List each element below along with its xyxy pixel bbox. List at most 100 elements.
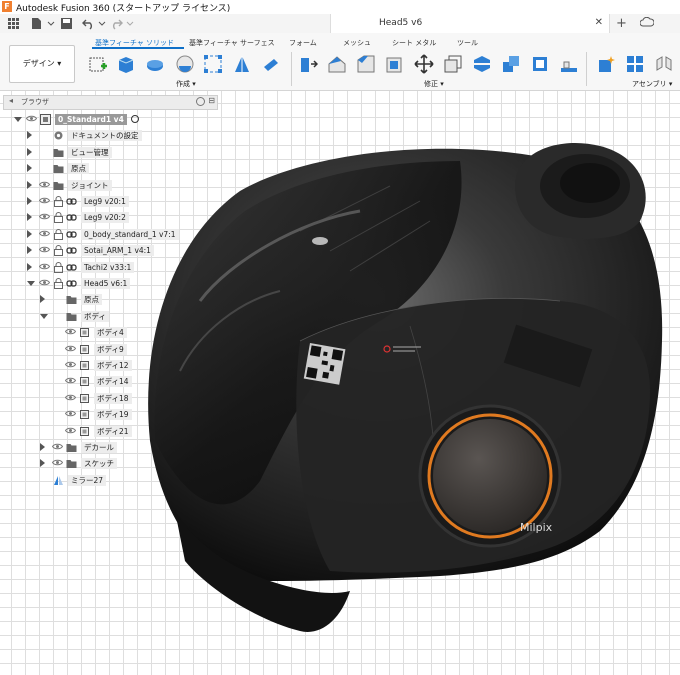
expanded-arrow-icon[interactable] — [27, 281, 35, 286]
visibility-eye-icon[interactable] — [51, 459, 64, 466]
collapsed-arrow-icon[interactable] — [27, 262, 32, 271]
align-icon[interactable] — [443, 54, 463, 74]
visibility-eye-icon[interactable] — [64, 410, 77, 417]
extrude-icon[interactable] — [116, 54, 136, 74]
visibility-eye-icon[interactable] — [38, 279, 51, 286]
browser-item[interactable]: ボディ — [0, 310, 220, 324]
visibility-eye-icon[interactable] — [64, 377, 77, 384]
visibility-eye-icon[interactable] — [64, 345, 77, 352]
visibility-eye-icon[interactable] — [25, 115, 38, 122]
chevron-down-icon[interactable] — [124, 17, 137, 30]
browser-item[interactable]: スケッチ — [0, 457, 220, 471]
press-pull-icon[interactable] — [298, 54, 318, 74]
group-label-create[interactable]: 作成 ▾ — [176, 79, 196, 89]
browser-item[interactable]: ボディ12 — [0, 359, 220, 373]
pattern-icon[interactable] — [203, 54, 223, 74]
collapse-arrow-icon[interactable]: ◂ — [9, 96, 13, 105]
close-icon[interactable]: ✕ — [595, 17, 603, 28]
chevron-down-icon[interactable] — [45, 17, 58, 30]
visibility-eye-icon[interactable] — [38, 197, 51, 204]
cloud-icon[interactable] — [640, 17, 654, 27]
browser-item[interactable]: 0_Standard1 v4 — [0, 113, 220, 127]
browser-item[interactable]: ボディ9 — [0, 343, 220, 357]
activate-component-icon[interactable] — [131, 115, 139, 123]
collapsed-arrow-icon[interactable] — [40, 459, 45, 468]
redo-icon[interactable] — [110, 17, 123, 30]
browser-item[interactable]: ボディ18 — [0, 392, 220, 406]
as-built-joint-icon[interactable] — [654, 54, 674, 74]
undo-icon[interactable] — [82, 17, 95, 30]
combine-icon[interactable] — [501, 54, 521, 74]
collapsed-arrow-icon[interactable] — [27, 131, 32, 140]
collapsed-arrow-icon[interactable] — [27, 180, 32, 189]
revolve-icon[interactable] — [145, 54, 165, 74]
expanded-arrow-icon[interactable] — [40, 313, 48, 319]
browser-item[interactable]: ミラー27 — [0, 474, 220, 488]
split-body-icon[interactable] — [472, 54, 492, 74]
group-label-assemble[interactable]: アセンブリ ▾ — [632, 79, 672, 89]
loft-icon[interactable] — [232, 54, 252, 74]
fillet-icon[interactable] — [327, 54, 347, 74]
tab-tools[interactable]: ツール — [457, 38, 478, 48]
collapsed-arrow-icon[interactable] — [40, 295, 45, 304]
new-component-icon[interactable] — [596, 54, 616, 74]
workspace-switcher-button[interactable]: デザイン ▾ — [9, 45, 75, 83]
browser-item[interactable]: Leg9 v20:1 — [0, 195, 220, 209]
offset-face-icon[interactable] — [530, 54, 550, 74]
joint-icon[interactable] — [625, 54, 645, 74]
cylinder-icon[interactable] — [261, 54, 281, 74]
browser-item[interactable]: ビュー管理 — [0, 146, 220, 160]
shell-icon[interactable] — [385, 54, 405, 74]
browser-item[interactable]: ボディ14 — [0, 375, 220, 389]
expanded-arrow-icon[interactable] — [14, 117, 22, 122]
visibility-eye-icon[interactable] — [38, 230, 51, 237]
scale-icon[interactable] — [559, 54, 579, 74]
browser-panel-header[interactable]: ◂ ブラウザ ⊟ — [3, 95, 218, 110]
browser-item[interactable]: ボディ21 — [0, 425, 220, 439]
collapsed-arrow-icon[interactable] — [27, 229, 32, 238]
collapsed-arrow-icon[interactable] — [27, 213, 32, 222]
visibility-eye-icon[interactable] — [38, 213, 51, 220]
sweep-icon[interactable] — [175, 54, 195, 74]
browser-item[interactable]: 原点 — [0, 162, 220, 176]
save-icon[interactable] — [60, 17, 73, 30]
browser-item[interactable]: ボディ19 — [0, 408, 220, 422]
pin-icon[interactable] — [196, 97, 205, 106]
visibility-eye-icon[interactable] — [38, 181, 51, 188]
visibility-eye-icon[interactable] — [64, 394, 77, 401]
visibility-eye-icon[interactable] — [64, 328, 77, 335]
create-sketch-icon[interactable] — [88, 54, 108, 74]
browser-item[interactable]: Head5 v6:1 — [0, 277, 220, 291]
browser-item[interactable]: ドキュメントの設定 — [0, 129, 220, 143]
browser-item[interactable]: 原点 — [0, 293, 220, 307]
browser-item[interactable]: Leg9 v20:2 — [0, 211, 220, 225]
browser-item[interactable]: 0_body_standard_1 v7:1 — [0, 228, 220, 242]
visibility-eye-icon[interactable] — [64, 427, 77, 434]
move-icon[interactable] — [414, 54, 434, 74]
tab-sheet-metal[interactable]: シート メタル — [392, 38, 436, 48]
collapsed-arrow-icon[interactable] — [27, 147, 32, 156]
chamfer-icon[interactable] — [356, 54, 376, 74]
document-tab[interactable]: Head5 v6 ✕ — [330, 14, 610, 33]
tab-form[interactable]: フォーム — [289, 38, 317, 48]
group-label-modify[interactable]: 修正 ▾ — [424, 79, 444, 89]
grid-menu-icon[interactable] — [7, 17, 20, 30]
visibility-eye-icon[interactable] — [64, 361, 77, 368]
new-tab-icon[interactable]: + — [616, 16, 627, 31]
visibility-eye-icon[interactable] — [38, 246, 51, 253]
collapsed-arrow-icon[interactable] — [40, 443, 45, 451]
visibility-eye-icon[interactable] — [38, 263, 51, 270]
visibility-eye-icon[interactable] — [51, 443, 64, 450]
file-icon[interactable] — [30, 17, 43, 30]
collapsed-arrow-icon[interactable] — [27, 164, 32, 173]
browser-item[interactable]: ボディ4 — [0, 326, 220, 340]
browser-item[interactable]: Tachi2 v33:1 — [0, 261, 220, 275]
browser-item[interactable]: デカール — [0, 441, 220, 455]
collapsed-arrow-icon[interactable] — [27, 246, 32, 255]
tab-surface[interactable]: 基準フィーチャ サーフェス — [189, 38, 275, 48]
collapsed-arrow-icon[interactable] — [27, 197, 32, 205]
browser-item[interactable]: ジョイント — [0, 179, 220, 193]
tab-mesh[interactable]: メッシュ — [343, 38, 371, 48]
collapse-panel-icon[interactable]: ⊟ — [208, 96, 215, 105]
chevron-down-icon[interactable] — [96, 17, 109, 30]
